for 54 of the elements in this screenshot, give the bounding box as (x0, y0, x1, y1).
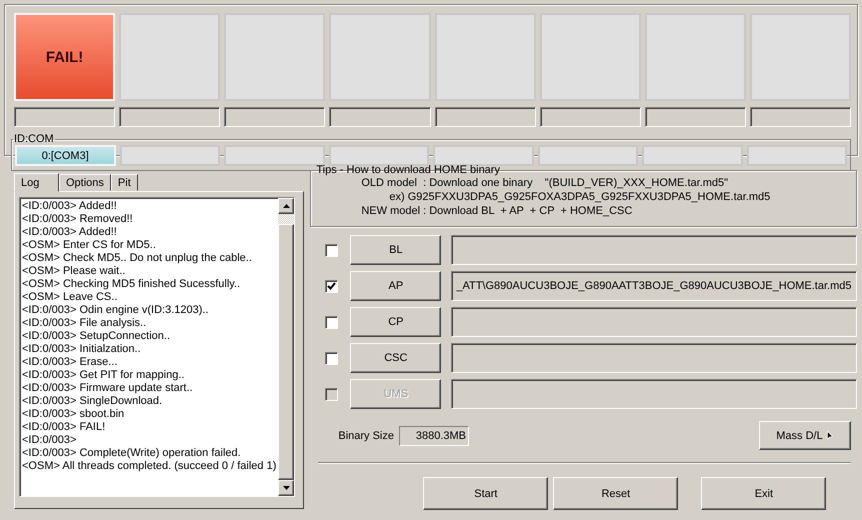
pointer-icon (826, 431, 833, 440)
log-line: <ID:0/003> Odin engine v(ID:3.1203).. (22, 304, 210, 317)
tip-text: OLD model : Download one binary "(BUILD_VER)_XXX_HOME.tar.md5" (361, 176, 730, 190)
scrollbar-thumb[interactable] (278, 214, 294, 224)
file-button[interactable]: CP (350, 307, 442, 337)
log-line: <ID:0/003> Added!! (22, 226, 118, 239)
log-line: <OSM> Checking MD5 finished Sucessfully.. (22, 278, 242, 291)
log-line: <ID:0/003> Added!! (22, 200, 118, 213)
com-port-slot: 0:[COM3] (15, 145, 116, 166)
log-line: <OSM> Please wait.. (22, 265, 126, 278)
checkbox[interactable] (325, 352, 338, 364)
file-button[interactable]: CSC (350, 343, 442, 373)
status-slot: FAIL! (14, 13, 116, 101)
log-line: <OSM> Enter CS for MD5.. (22, 239, 157, 252)
checkbox[interactable] (325, 316, 338, 328)
log-line: <ID:0/003> Erase... (22, 356, 118, 369)
scroll-up-icon[interactable] (278, 198, 294, 214)
file-path-field[interactable] (451, 379, 856, 409)
tab[interactable]: Options (59, 174, 111, 191)
log-line: <ID:0/003> sboot.bin (22, 408, 126, 421)
checkbox[interactable] (325, 280, 338, 292)
binary-size-field: 3880.3MB (399, 426, 469, 446)
file-path-field[interactable] (451, 307, 856, 337)
log-line: <ID:0/003> FAIL! (22, 421, 106, 434)
action-button[interactable]: Reset (553, 477, 678, 510)
tab[interactable]: Log (14, 173, 59, 192)
log-line: <ID:0/003> SingleDownload. (22, 395, 164, 408)
log-line: <OSM> Check MD5.. Do not unplug the cable.. (22, 252, 253, 265)
action-button[interactable]: Start (423, 477, 548, 510)
log-line: <ID:0/003> Removed!! (22, 213, 134, 226)
log-line: <ID:0/003> Complete(Write) operation failed. (22, 447, 242, 460)
log-line: <ID:0/003> SetupConnection.. (22, 330, 171, 343)
action-button[interactable]: Exit (701, 477, 826, 510)
tab[interactable]: Pit (110, 174, 138, 191)
log-line: <ID:0/003> File analysis.. (22, 317, 148, 330)
binary-size-label: Binary Size (338, 430, 394, 442)
scroll-down-icon[interactable] (278, 480, 294, 496)
group-label: ID:COM (13, 133, 55, 145)
file-button[interactable]: BL (350, 235, 442, 265)
file-path-field[interactable] (451, 235, 856, 265)
file-button[interactable]: AP (350, 271, 442, 301)
log-line: <OSM> Leave CS.. (22, 291, 118, 304)
file-path-field[interactable]: _ATT\G890AUCU3BOJE_G890AATT3BOJE_G890AUCU3BOJE_HOME.tar.md5 (451, 271, 856, 301)
file-path-field[interactable] (451, 343, 856, 373)
tip-text: NEW model : Download BL + AP + CP + HOME_CSC (361, 204, 634, 218)
mass-dl-button[interactable]: Mass D/L (758, 421, 850, 450)
checkbox[interactable] (325, 244, 338, 256)
log-line: <ID:0/003> Firmware update start.. (22, 382, 194, 395)
log-line: <ID:0/003> Get PIT for mapping.. (22, 369, 186, 382)
tip-text: ex) G925FXXU3DPA5_G925FOXA3DPA5_G925FXXU3DPA5_HOME.tar.md5 (388, 190, 772, 204)
log-line: <ID:0/003> Initialzation.. (22, 343, 142, 356)
group-label: Tips - How to download HOME binary (315, 164, 501, 176)
log-line: <ID:0/003> (22, 434, 78, 447)
log-line: <OSM> All threads completed. (succeed 0 / failed 1) (22, 460, 276, 473)
